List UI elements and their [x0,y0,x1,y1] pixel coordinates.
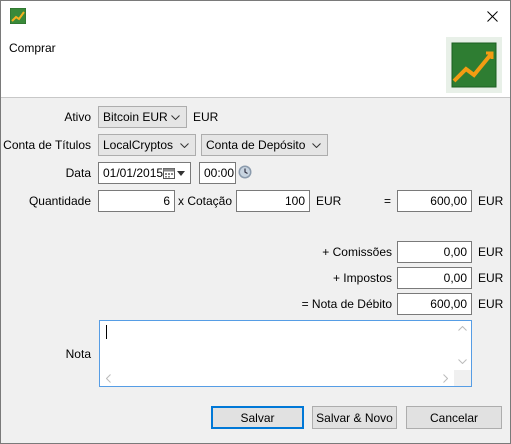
buy-dialog-window: Comprar Ativo Bitcoin EUR EUR Conta de T… [0,0,511,444]
quantity-input[interactable]: 6 [98,190,175,212]
scroll-down-icon[interactable] [458,359,467,364]
clock-icon[interactable] [238,165,252,179]
date-value: 01/01/2015 [103,166,164,180]
time-field[interactable]: 00:00 [199,162,236,184]
ativo-label: Ativo [64,110,91,124]
ativo-value: Bitcoin EUR [103,110,168,124]
debit-note-input[interactable]: 600,00 [397,293,472,315]
vertical-scrollbar[interactable] [454,321,471,371]
impostos-currency: EUR [478,271,504,285]
chevron-down-icon [177,142,191,148]
securities-account-select[interactable]: LocalCryptos [98,134,196,156]
title-bar [1,1,510,31]
total-input[interactable]: 600,00 [397,190,472,212]
dialog-header: Comprar [1,31,510,98]
scroll-left-icon[interactable] [106,374,111,383]
app-icon [10,8,26,24]
dialog-title: Comprar [9,41,56,55]
dropdown-arrow-icon [177,170,185,176]
data-label: Data [65,166,91,180]
comissoes-label: + Comissões [322,245,392,259]
ativo-select[interactable]: Bitcoin EUR [98,106,187,128]
cotacao-currency: EUR [316,194,342,208]
scroll-right-icon[interactable] [443,374,448,383]
nota-debito-label: = Nota de Débito [301,297,392,311]
scroll-up-icon[interactable] [458,326,467,331]
price-input[interactable]: 100 [236,190,310,212]
nota-label: Nota [65,347,91,361]
deposit-account-select[interactable]: Conta de Depósito [201,134,328,156]
comissoes-currency: EUR [478,245,504,259]
taxes-input[interactable]: 0,00 [397,267,472,289]
scrollbar-corner [454,370,471,386]
chevron-down-icon [309,142,323,148]
text-caret [106,325,107,339]
horizontal-scrollbar[interactable] [100,370,454,386]
total-currency: EUR [478,194,504,208]
close-button[interactable] [474,1,510,31]
ativo-currency: EUR [193,110,219,124]
fees-input[interactable]: 0,00 [397,241,472,263]
total-equals-label: = [384,194,392,208]
time-value: 00:00 [204,166,235,180]
note-textarea[interactable] [99,320,472,387]
impostos-label: + Impostos [332,271,392,285]
conta-titulos-label: Conta de Títulos [3,138,91,152]
save-and-new-button[interactable]: Salvar & Novo [312,406,397,429]
portfolio-logo-icon [446,37,502,93]
quantidade-label: Quantidade [28,194,91,208]
date-picker-button[interactable] [163,165,189,181]
nota-debito-currency: EUR [478,297,504,311]
calendar-icon [163,168,175,179]
cancel-button[interactable]: Cancelar [406,406,502,429]
deposit-account-value: Conta de Depósito [206,138,306,152]
cotacao-label: x Cotação [178,194,233,208]
save-button[interactable]: Salvar [211,406,304,429]
securities-account-value: LocalCryptos [103,138,174,152]
close-icon [486,10,498,22]
chevron-down-icon [168,114,182,120]
